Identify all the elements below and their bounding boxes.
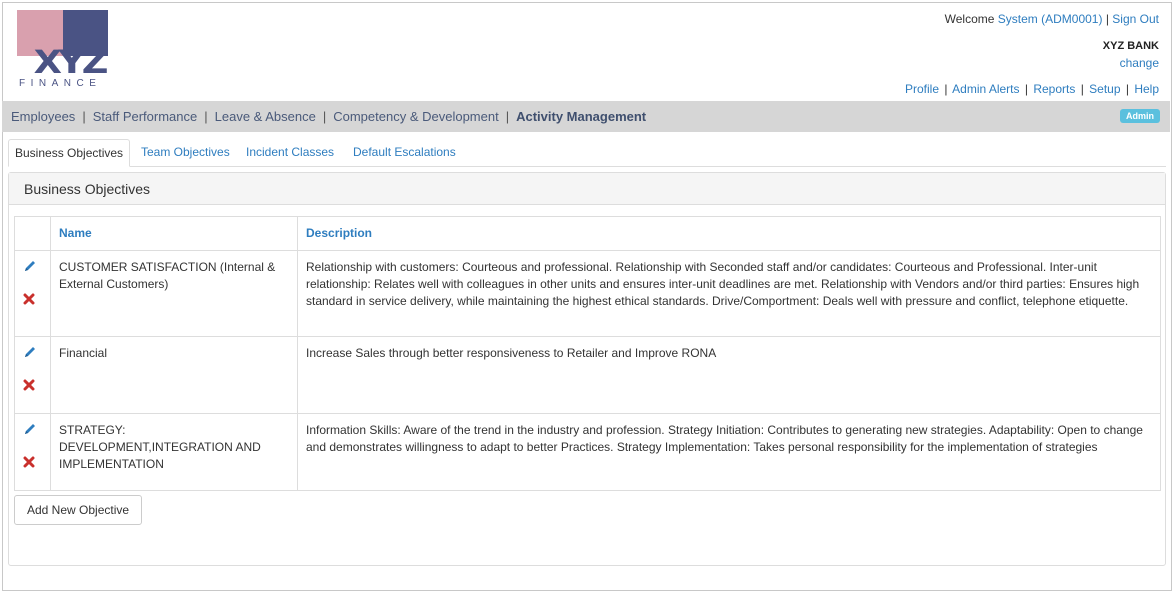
delete-x-icon[interactable] xyxy=(23,379,37,393)
business-objectives-panel: Business Objectives Name Description CUS… xyxy=(8,172,1166,566)
main-nav-bar: Employees | Staff Performance | Leave & Abse… xyxy=(2,101,1170,132)
change-bank-link-wrap: change xyxy=(1120,56,1159,70)
add-new-objective-button[interactable]: Add New Objective xyxy=(14,495,143,525)
table-header-row: Name Description xyxy=(14,216,1161,251)
nav-employees[interactable]: Employees xyxy=(11,109,75,124)
tab-team-objectives[interactable]: Team Objectives xyxy=(135,139,236,167)
pencil-icon[interactable] xyxy=(23,422,37,436)
table-row: STRATEGY: DEVELOPMENT,INTEGRATION AND IM… xyxy=(14,413,1161,491)
objective-name: Financial xyxy=(50,336,298,414)
welcome-text: Welcome xyxy=(944,12,995,26)
tab-incident-classes[interactable]: Incident Classes xyxy=(240,139,340,167)
link-separator: | xyxy=(944,82,948,96)
delete-x-icon[interactable] xyxy=(23,293,37,307)
nav-competency-development[interactable]: Competency & Development xyxy=(333,109,498,124)
admin-alerts-link[interactable]: Admin Alerts xyxy=(952,82,1019,96)
reports-link[interactable]: Reports xyxy=(1033,82,1075,96)
description-column-header[interactable]: Description xyxy=(297,216,1161,251)
pencil-icon[interactable] xyxy=(23,259,37,273)
name-column-header[interactable]: Name xyxy=(50,216,298,251)
logo-subtitle: FINANCE xyxy=(19,78,102,89)
pencil-icon[interactable] xyxy=(23,345,37,359)
admin-badge: Admin xyxy=(1120,109,1160,123)
sub-tabs: Business Objectives Team Objectives Inci… xyxy=(8,139,1166,167)
nav-separator: | xyxy=(204,109,208,124)
actions-column-header xyxy=(14,216,51,251)
welcome-bar: Welcome System (ADM0001) | Sign Out xyxy=(945,12,1159,26)
nav-separator: | xyxy=(82,109,86,124)
nav-staff-performance[interactable]: Staff Performance xyxy=(93,109,198,124)
objective-description: Relationship with customers: Courteous a… xyxy=(297,250,1161,337)
change-bank-link[interactable]: change xyxy=(1120,56,1159,70)
panel-title: Business Objectives xyxy=(9,173,1165,205)
sign-out-link[interactable]: Sign Out xyxy=(1112,12,1159,26)
table-row: Financial Increase Sales through better … xyxy=(14,336,1161,414)
profile-link[interactable]: Profile xyxy=(905,82,939,96)
objective-name: STRATEGY: DEVELOPMENT,INTEGRATION AND IM… xyxy=(50,413,298,491)
main-nav: Employees | Staff Performance | Leave & Abse… xyxy=(11,109,646,124)
nav-activity-management[interactable]: Activity Management xyxy=(516,109,646,124)
row-actions xyxy=(14,413,51,491)
setup-link[interactable]: Setup xyxy=(1089,82,1120,96)
objective-name: CUSTOMER SATISFACTION (Internal & Extern… xyxy=(50,250,298,337)
link-separator: | xyxy=(1080,82,1088,96)
link-separator: | xyxy=(1024,82,1028,96)
row-actions xyxy=(14,250,51,337)
logo-letters: XYZ xyxy=(33,43,109,81)
top-links: Profile | Admin Alerts | Reports | Setup… xyxy=(905,82,1159,96)
objective-description: Increase Sales through better responsive… xyxy=(297,336,1161,414)
delete-x-icon[interactable] xyxy=(23,456,37,470)
row-actions xyxy=(14,336,51,414)
nav-leave-absence[interactable]: Leave & Absence xyxy=(215,109,316,124)
tab-default-escalations[interactable]: Default Escalations xyxy=(347,139,462,167)
link-separator: | xyxy=(1125,82,1133,96)
nav-separator: | xyxy=(505,109,510,124)
user-link[interactable]: System (ADM0001) xyxy=(998,12,1103,26)
tab-business-objectives[interactable]: Business Objectives xyxy=(8,139,131,167)
table-row: CUSTOMER SATISFACTION (Internal & Extern… xyxy=(14,250,1161,337)
bank-name: XYZ BANK xyxy=(1102,40,1159,52)
objectives-table: Name Description CUSTOMER SATISFACTION (… xyxy=(14,216,1161,491)
welcome-separator: | xyxy=(1105,12,1109,26)
objective-description: Information Skills: Aware of the trend i… xyxy=(297,413,1161,491)
xyz-finance-logo[interactable]: XYZ FINANCE xyxy=(17,10,109,92)
help-link[interactable]: Help xyxy=(1134,82,1159,96)
nav-separator: | xyxy=(322,109,327,124)
